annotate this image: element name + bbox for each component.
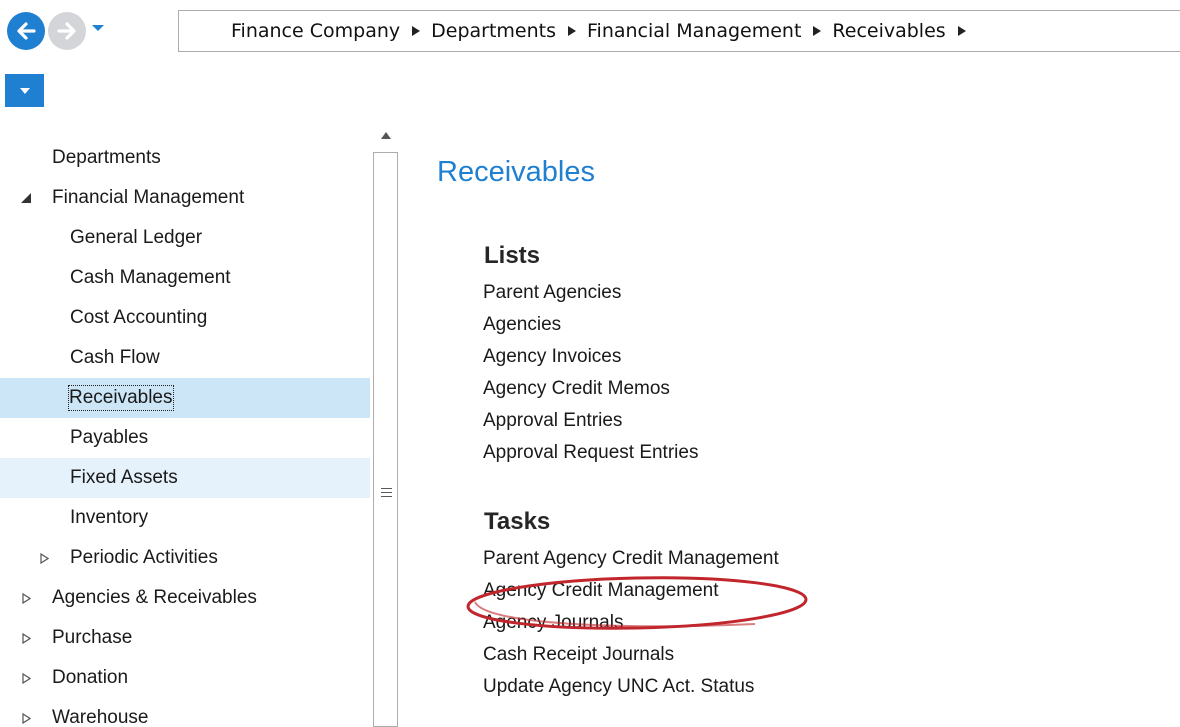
nav-item[interactable]: Departments <box>0 138 370 178</box>
link-agency-credit-memos[interactable]: Agency Credit Memos <box>483 378 670 400</box>
highlight-ellipse <box>466 576 808 630</box>
nav-item[interactable]: General Ledger <box>0 218 370 258</box>
arrow-right-icon <box>57 22 76 40</box>
menu-dropdown-button[interactable] <box>5 74 44 107</box>
nav-item[interactable]: Receivables <box>0 378 370 418</box>
nav-item[interactable]: Cash Management <box>0 258 370 298</box>
section-heading-tasks: Tasks <box>484 508 551 535</box>
scroll-thumb[interactable] <box>373 152 398 727</box>
nav-item[interactable]: Purchase <box>0 618 370 658</box>
page-title: Receivables <box>437 156 595 188</box>
breadcrumb-item[interactable]: Finance Company <box>231 20 400 42</box>
nav-scrollbar[interactable] <box>370 118 401 727</box>
chevron-down-icon <box>92 25 104 31</box>
nav-item-label: Agencies & Receivables <box>52 587 257 608</box>
link-approval-entries[interactable]: Approval Entries <box>483 410 622 432</box>
breadcrumb[interactable]: Finance Company Departments Financial Mana… <box>178 10 1180 52</box>
nav-item[interactable]: Fixed Assets <box>0 458 370 498</box>
nav-item[interactable]: Donation <box>0 658 370 698</box>
nav-item-label: Receivables <box>67 384 175 412</box>
scroll-up-button[interactable] <box>370 118 401 152</box>
nav-item[interactable]: Warehouse <box>0 698 370 727</box>
nav-item[interactable]: Cost Accounting <box>0 298 370 338</box>
nav-item-label: Financial Management <box>52 187 245 208</box>
collapsed-arrow-icon[interactable] <box>20 592 32 604</box>
nav-item-label: Warehouse <box>52 707 149 727</box>
nav-item-label: Cash Flow <box>70 347 160 368</box>
nav-item[interactable]: Cash Flow <box>0 338 370 378</box>
content-area: Receivables Lists Parent Agencies Agenci… <box>401 118 1180 727</box>
forward-button[interactable] <box>48 12 86 50</box>
link-parent-agencies[interactable]: Parent Agencies <box>483 282 621 304</box>
expanded-arrow-icon[interactable] <box>20 192 32 204</box>
nav-item[interactable]: Financial Management <box>0 178 370 218</box>
nav-item-label: Inventory <box>70 507 149 528</box>
nav-item[interactable]: Payables <box>0 418 370 458</box>
triangle-right-icon[interactable] <box>957 26 966 36</box>
collapsed-arrow-icon[interactable] <box>20 672 32 684</box>
section-heading-lists: Lists <box>484 242 541 269</box>
nav-item[interactable]: Periodic Activities <box>0 538 370 578</box>
grip-icon <box>381 488 392 500</box>
breadcrumb-item[interactable]: Financial Management <box>587 20 801 42</box>
triangle-right-icon[interactable] <box>813 26 822 36</box>
nav-item[interactable]: Agencies & Receivables <box>0 578 370 618</box>
nav-item-label: Departments <box>52 147 161 168</box>
navigation-pane: Departments Financial Management General L… <box>0 118 370 727</box>
nav-item-label: Periodic Activities <box>70 547 218 568</box>
triangle-right-icon[interactable] <box>568 26 576 36</box>
collapsed-arrow-icon[interactable] <box>20 712 32 724</box>
nav-item-label: Cost Accounting <box>70 307 208 328</box>
breadcrumb-item[interactable]: Receivables <box>832 20 945 42</box>
link-agency-invoices[interactable]: Agency Invoices <box>483 346 621 368</box>
history-dropdown-button[interactable] <box>90 20 106 36</box>
link-update-agency-unc-act-status[interactable]: Update Agency UNC Act. Status <box>483 676 754 698</box>
nav-item-label: Fixed Assets <box>70 467 178 488</box>
link-agencies[interactable]: Agencies <box>483 314 561 336</box>
triangle-right-icon[interactable] <box>412 26 421 36</box>
collapsed-arrow-icon[interactable] <box>20 632 32 644</box>
back-button[interactable] <box>7 12 45 50</box>
chevron-down-icon <box>19 87 30 94</box>
nav-item-label: Donation <box>52 667 129 688</box>
nav-item-label: Payables <box>70 427 149 448</box>
nav-item-label: General Ledger <box>70 227 203 248</box>
arrow-left-icon <box>17 22 36 40</box>
nav-item[interactable]: Inventory <box>0 498 370 538</box>
breadcrumb-item[interactable]: Departments <box>431 20 556 42</box>
link-parent-agency-credit-management[interactable]: Parent Agency Credit Management <box>483 548 779 570</box>
nav-item-label: Purchase <box>52 627 133 648</box>
nav-item-label: Cash Management <box>70 267 231 288</box>
triangle-up-icon <box>380 131 391 139</box>
link-approval-request-entries[interactable]: Approval Request Entries <box>483 442 698 464</box>
collapsed-arrow-icon[interactable] <box>38 552 50 564</box>
link-cash-receipt-journals[interactable]: Cash Receipt Journals <box>483 644 674 666</box>
